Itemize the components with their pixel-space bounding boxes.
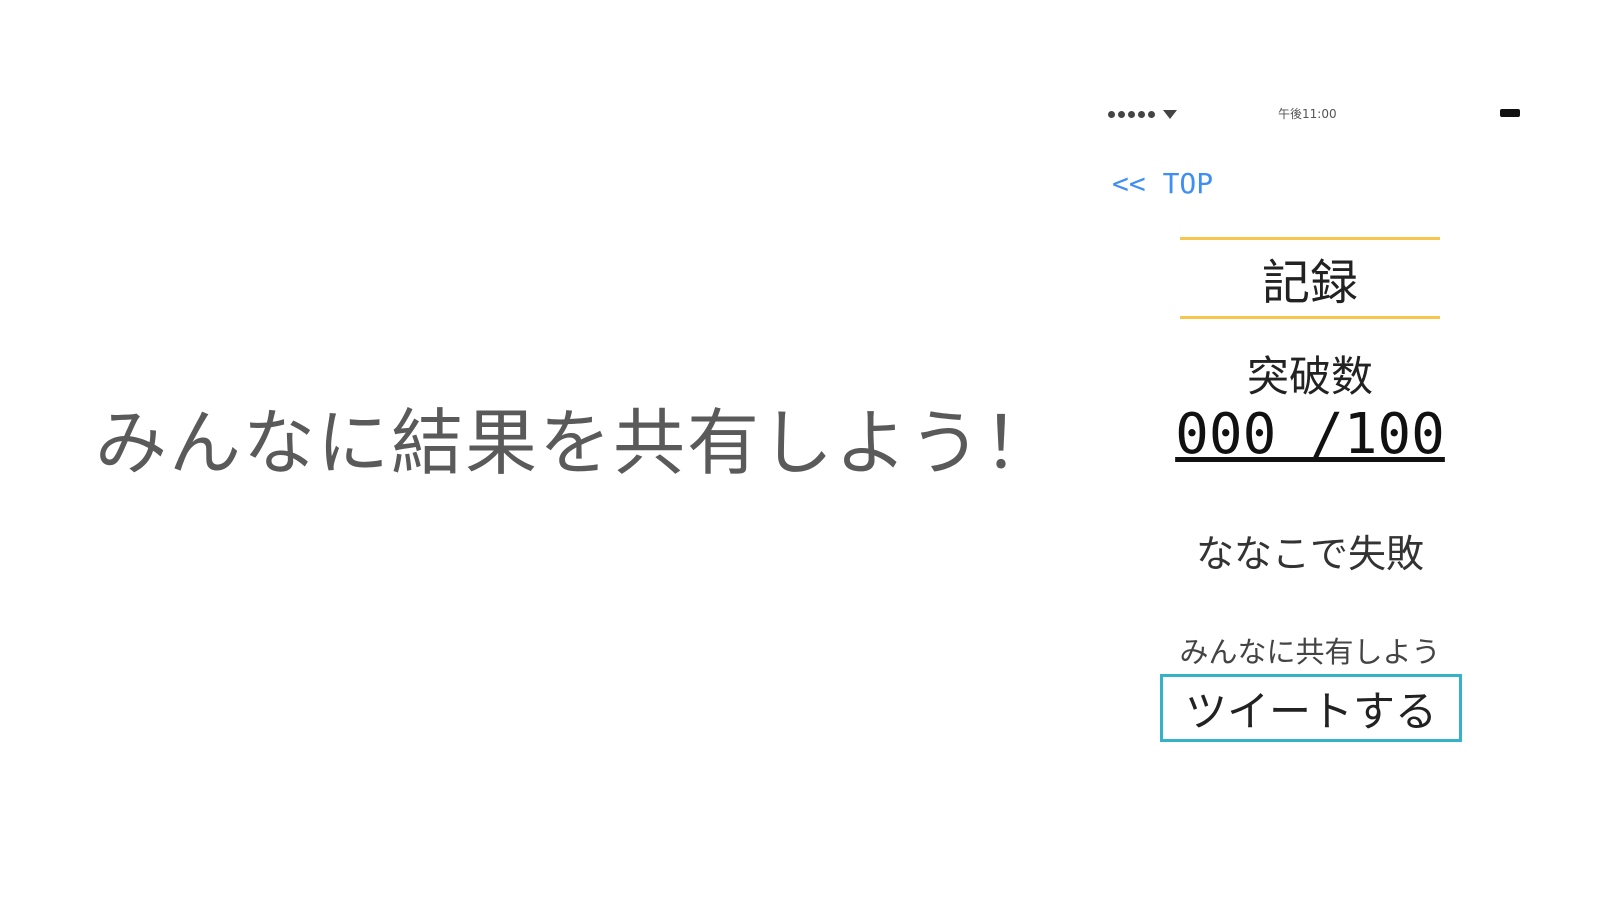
share-label: みんなに共有しよう (1179, 635, 1441, 669)
share-caption: みんなに結果を共有しよう！ (95, 401, 1058, 485)
status-time: 午後11:00 (1278, 107, 1337, 121)
status-bar: 午後11:00 (1108, 103, 1520, 127)
breaks-count-label: 突破数 (1246, 352, 1373, 401)
tweet-button[interactable]: ツイートする (1160, 674, 1462, 742)
wifi-icon (1163, 109, 1177, 119)
fail-message: ななこで失敗 (1195, 532, 1424, 576)
score-value: 000 /100 (1175, 402, 1445, 467)
battery-icon (1500, 109, 1520, 117)
signal-dots-icon (1108, 107, 1177, 121)
back-to-top-link[interactable]: << TOP (1112, 167, 1213, 200)
record-title: 記録 (1180, 237, 1440, 319)
phone-mockup: 午後11:00 << TOP 記録 突破数 000 /100 ななこで失敗 みん… (1100, 95, 1530, 795)
